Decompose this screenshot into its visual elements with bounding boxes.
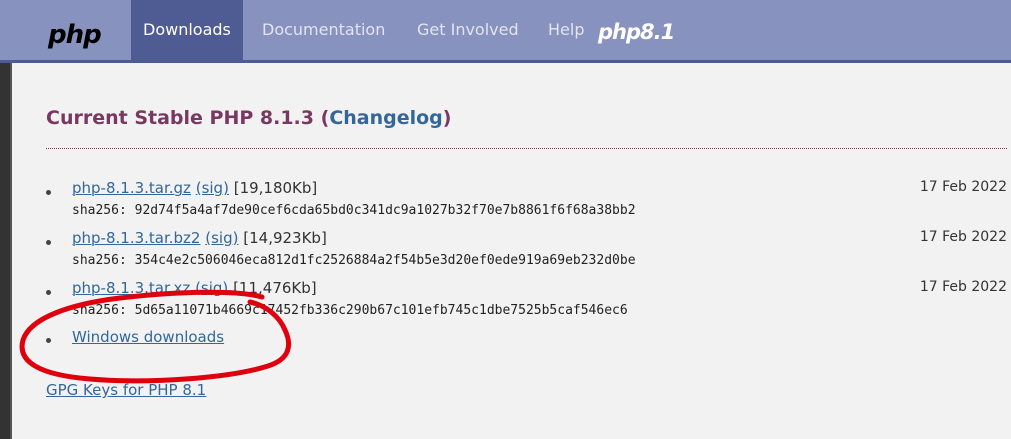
- bullet-icon: [46, 190, 51, 195]
- file-link[interactable]: php-8.1.3.tar.gz: [72, 179, 191, 197]
- main-content: Current Stable PHP 8.1.3 (Changelog) php…: [12, 63, 1011, 439]
- php-logo[interactable]: php: [48, 20, 102, 50]
- file-line: php-8.1.3.tar.bz2 (sig) [14,923Kb]: [72, 229, 327, 247]
- title-text: Current Stable PHP 8.1.3: [46, 107, 314, 129]
- release-date: 17 Feb 2022: [919, 179, 1007, 195]
- windows-downloads-link[interactable]: Windows downloads: [72, 328, 224, 346]
- sig-link[interactable]: (sig): [196, 179, 229, 197]
- file-size: [14,923Kb]: [243, 229, 327, 247]
- sha256-hash: sha256: 92d74f5a4af7de90cef6cda65bd0c341…: [72, 203, 636, 218]
- top-navbar: php Downloads Documentation Get Involved…: [0, 0, 1011, 63]
- file-size: [19,180Kb]: [233, 179, 318, 197]
- close-paren: ): [442, 107, 452, 129]
- changelog-link[interactable]: Changelog: [329, 107, 442, 129]
- php-version-badge[interactable]: php8.1: [598, 20, 675, 44]
- sha256-hash: sha256: 5d65a11071b4669c17452fb336c290b6…: [72, 303, 628, 318]
- nav-downloads[interactable]: Downloads: [131, 0, 243, 60]
- divider: [46, 148, 1007, 149]
- open-paren: (: [320, 107, 330, 129]
- nav-get-involved[interactable]: Get Involved: [417, 0, 519, 60]
- nav-help[interactable]: Help: [548, 0, 584, 60]
- section-title: Current Stable PHP 8.1.3 (Changelog): [46, 107, 451, 129]
- sig-link[interactable]: (sig): [205, 229, 238, 247]
- file-size: [11,476Kb]: [233, 279, 317, 297]
- sha256-hash: sha256: 354c4e2c506046eca812d1fc2526884a…: [72, 253, 636, 268]
- file-line: php-8.1.3.tar.gz (sig) [19,180Kb]: [72, 179, 317, 197]
- left-edge-bar: [0, 63, 12, 439]
- file-link[interactable]: php-8.1.3.tar.xz: [72, 279, 190, 297]
- release-item: php-8.1.3.tar.xz (sig) [11,476Kb] 17 Feb…: [46, 279, 1007, 331]
- bullet-icon: [46, 240, 51, 245]
- file-link[interactable]: php-8.1.3.tar.bz2: [72, 229, 200, 247]
- nav-documentation[interactable]: Documentation: [262, 0, 385, 60]
- release-date: 17 Feb 2022: [919, 279, 1007, 295]
- bullet-icon: [46, 290, 51, 295]
- release-item: php-8.1.3.tar.bz2 (sig) [14,923Kb] 17 Fe…: [46, 229, 1007, 281]
- bullet-icon: [46, 338, 51, 343]
- sig-link[interactable]: (sig): [195, 279, 228, 297]
- file-line: php-8.1.3.tar.xz (sig) [11,476Kb]: [72, 279, 317, 297]
- release-date: 17 Feb 2022: [919, 229, 1007, 245]
- release-item: php-8.1.3.tar.gz (sig) [19,180Kb] 17 Feb…: [46, 179, 1007, 231]
- gpg-keys-link[interactable]: GPG Keys for PHP 8.1: [46, 381, 206, 399]
